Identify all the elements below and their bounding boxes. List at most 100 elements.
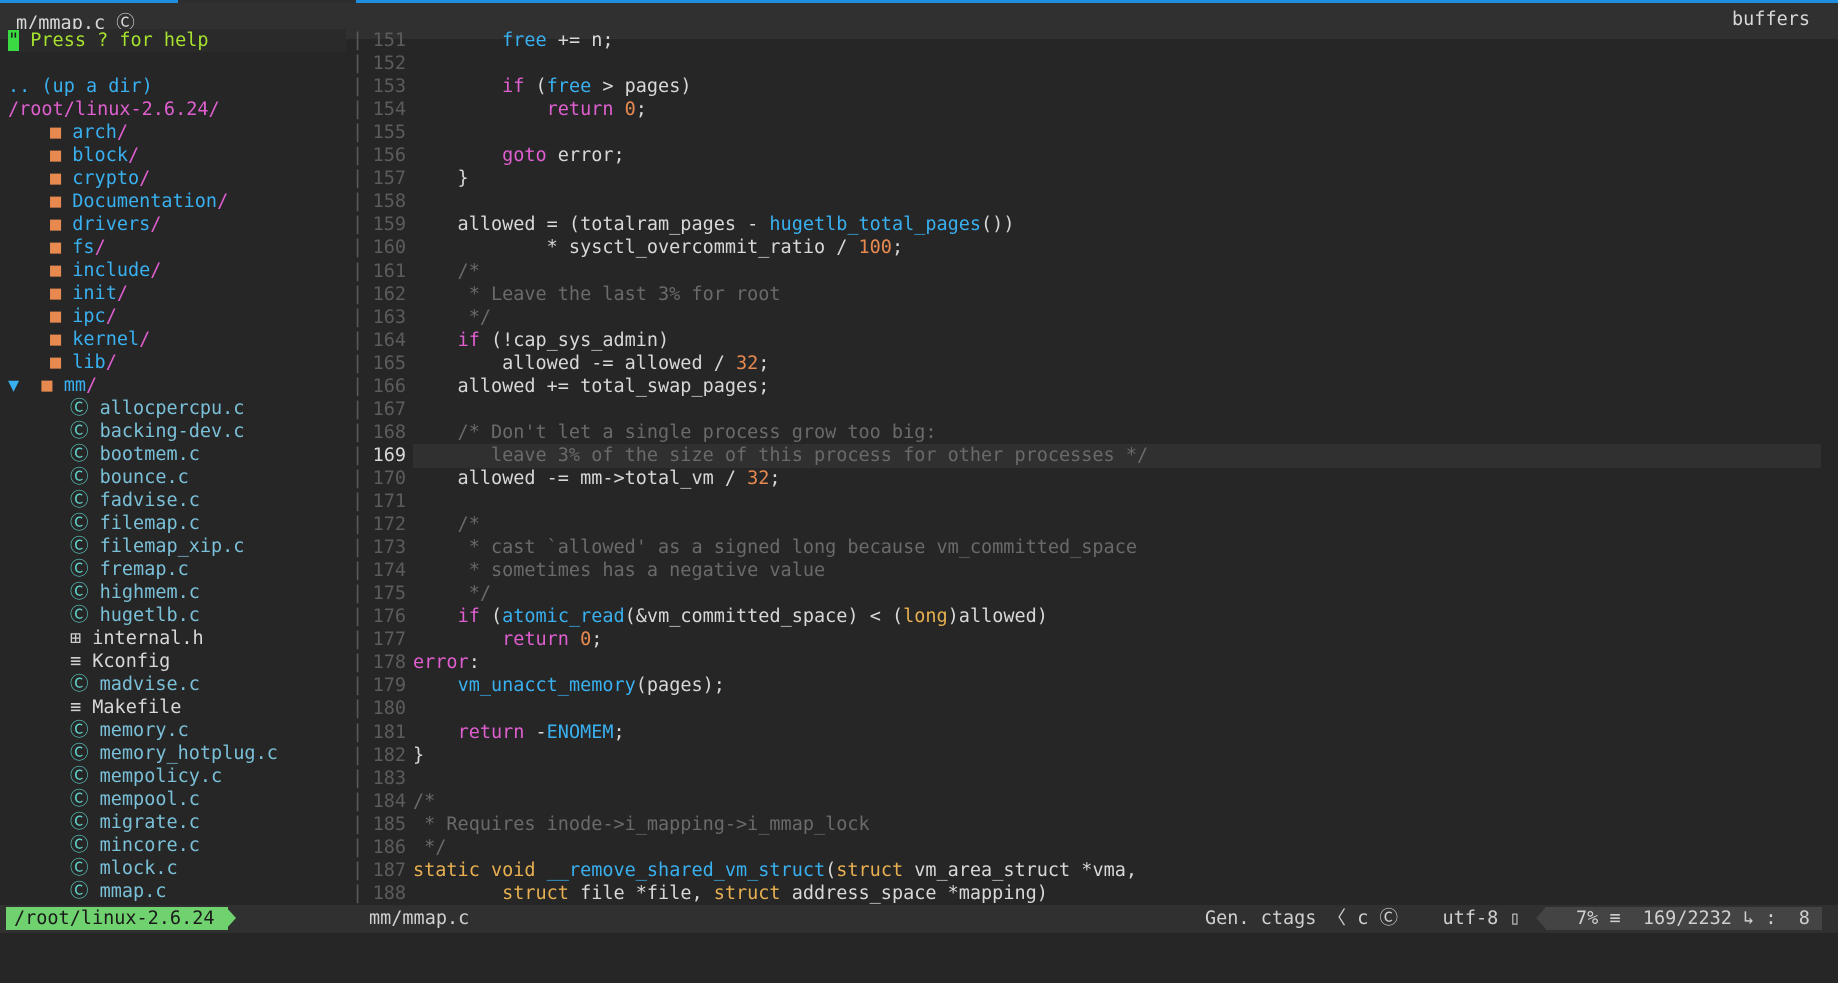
window-separator[interactable]: | — [352, 582, 363, 605]
tree-folder[interactable]: ■ drivers/ — [50, 213, 161, 236]
window-separator[interactable]: | — [352, 236, 363, 259]
tree-file[interactable]: ≡ Kconfig — [70, 650, 170, 673]
window-separator[interactable]: | — [352, 859, 363, 882]
window-separator[interactable]: | — [352, 836, 363, 859]
tree-file[interactable]: Ⓒ fadvise.c — [70, 489, 200, 512]
tree-folder-open[interactable]: ▼ ■ mm/ — [8, 374, 97, 397]
tree-folder[interactable]: ■ arch/ — [50, 121, 128, 144]
tree-file[interactable]: Ⓒ filemap.c — [70, 512, 200, 535]
window-separator[interactable]: | — [352, 813, 363, 836]
tree-file[interactable]: ≡ Makefile — [70, 696, 181, 719]
tree-folder[interactable]: ■ block/ — [50, 144, 139, 167]
code-line[interactable]: */ — [413, 306, 491, 329]
code-line[interactable]: return 0; — [413, 628, 602, 651]
window-separator[interactable]: | — [352, 605, 363, 628]
code-line[interactable]: * Requires inode->i_mapping->i_mmap_lock — [413, 813, 870, 836]
code-line[interactable]: static void __remove_shared_vm_struct(st… — [413, 859, 1137, 882]
tree-file[interactable]: Ⓒ hugetlb.c — [70, 604, 200, 627]
code-line[interactable]: if (!cap_sys_admin) — [413, 329, 670, 352]
tree-file[interactable]: Ⓒ backing-dev.c — [70, 420, 244, 443]
tree-file[interactable]: Ⓒ memory.c — [70, 719, 189, 742]
code-line[interactable]: */ — [413, 582, 491, 605]
window-separator[interactable]: | — [352, 283, 363, 306]
buffers-label[interactable]: buffers — [1732, 9, 1810, 30]
tree-file[interactable]: Ⓒ bounce.c — [70, 466, 189, 489]
code-line[interactable]: allowed += total_swap_pages; — [413, 375, 770, 398]
code-line[interactable]: goto error; — [413, 144, 625, 167]
window-separator[interactable]: | — [352, 29, 363, 52]
code-line[interactable]: error: — [413, 651, 480, 674]
tree-file[interactable]: Ⓒ mmap.c — [70, 880, 166, 903]
window-separator[interactable]: | — [352, 167, 363, 190]
code-line[interactable]: * Leave the last 3% for root — [413, 283, 781, 306]
tree-folder[interactable]: ■ ipc/ — [50, 305, 117, 328]
code-line[interactable]: return -ENOMEM; — [413, 721, 625, 744]
code-line[interactable]: * sysctl_overcommit_ratio / 100; — [413, 236, 903, 259]
window-separator[interactable]: | — [352, 398, 363, 421]
tree-folder[interactable]: ■ Documentation/ — [50, 190, 228, 213]
window-separator[interactable]: | — [352, 260, 363, 283]
tree-file[interactable]: Ⓒ migrate.c — [70, 811, 200, 834]
code-line[interactable]: if (atomic_read(&vm_committed_space) < (… — [413, 605, 1048, 628]
window-separator[interactable]: | — [352, 674, 363, 697]
window-separator[interactable]: | — [352, 536, 363, 559]
code-line[interactable]: vm_unacct_memory(pages); — [413, 674, 725, 697]
code-line[interactable]: /* — [413, 513, 480, 536]
tree-file[interactable]: Ⓒ mempool.c — [70, 788, 200, 811]
code-line[interactable]: allowed -= mm->total_vm / 32; — [413, 467, 781, 490]
code-line[interactable]: free += n; — [413, 29, 613, 52]
code-line[interactable]: if (free > pages) — [413, 75, 691, 98]
code-line[interactable]: * sometimes has a negative value — [413, 559, 825, 582]
tree-folder[interactable]: ■ crypto/ — [50, 167, 150, 190]
tree-file[interactable]: Ⓒ memory_hotplug.c — [70, 742, 278, 765]
window-separator[interactable]: | — [352, 444, 363, 467]
window-separator[interactable]: | — [352, 375, 363, 398]
code-line[interactable]: /* — [413, 790, 435, 813]
window-separator[interactable]: | — [352, 721, 363, 744]
window-separator[interactable]: | — [352, 352, 363, 375]
tree-folder[interactable]: ■ fs/ — [50, 236, 106, 259]
code-line[interactable]: } — [413, 167, 469, 190]
code-line[interactable]: } — [413, 744, 424, 767]
window-separator[interactable]: | — [352, 213, 363, 236]
window-separator[interactable]: | — [352, 144, 363, 167]
tree-folder[interactable]: ■ include/ — [50, 259, 161, 282]
window-separator[interactable]: | — [352, 306, 363, 329]
window-separator[interactable]: | — [352, 421, 363, 444]
tree-file[interactable]: Ⓒ fremap.c — [70, 558, 189, 581]
tree-file[interactable]: Ⓒ mlock.c — [70, 857, 178, 880]
tree-file[interactable]: Ⓒ filemap_xip.c — [70, 535, 244, 558]
tree-up-dir[interactable]: .. (up a dir) — [8, 75, 153, 98]
code-line[interactable]: return 0; — [413, 98, 647, 121]
window-separator[interactable]: | — [352, 651, 363, 674]
tree-file[interactable]: Ⓒ mincore.c — [70, 834, 200, 857]
code-line[interactable]: * cast `allowed' as a signed long becaus… — [413, 536, 1137, 559]
code-line[interactable]: /* Don't let a single process grow too b… — [413, 421, 937, 444]
command-line[interactable] — [0, 933, 1838, 983]
code-line[interactable]: leave 3% of the size of this process for… — [413, 444, 1148, 467]
tree-file[interactable]: Ⓒ mempolicy.c — [70, 765, 222, 788]
tree-file[interactable]: Ⓒ allocpercpu.c — [70, 397, 244, 420]
window-separator[interactable]: | — [352, 559, 363, 582]
code-line[interactable]: */ — [413, 836, 446, 859]
code-line[interactable]: allowed = (totalram_pages - hugetlb_tota… — [413, 213, 1015, 236]
code-line[interactable]: allowed -= allowed / 32; — [413, 352, 769, 375]
tree-root[interactable]: /root/linux-2.6.24/ — [8, 98, 220, 121]
code-line[interactable]: /* — [413, 260, 480, 283]
window-separator[interactable]: | — [352, 767, 363, 790]
window-separator[interactable]: | — [352, 790, 363, 813]
tree-file[interactable]: Ⓒ highmem.c — [70, 581, 200, 604]
window-separator[interactable]: | — [352, 697, 363, 720]
code-line[interactable]: struct file *file, struct address_space … — [413, 882, 1048, 905]
tree-folder[interactable]: ■ kernel/ — [50, 328, 150, 351]
window-separator[interactable]: | — [352, 628, 363, 651]
window-separator[interactable]: | — [352, 190, 363, 213]
window-separator[interactable]: | — [352, 744, 363, 767]
tree-file[interactable]: ⊞ internal.h — [70, 627, 204, 650]
window-separator[interactable]: | — [352, 329, 363, 352]
tree-file[interactable]: Ⓒ madvise.c — [70, 673, 200, 696]
tree-folder[interactable]: ■ init/ — [50, 282, 128, 305]
window-separator[interactable]: | — [352, 121, 363, 144]
tree-file[interactable]: Ⓒ bootmem.c — [70, 443, 200, 466]
window-separator[interactable]: | — [352, 467, 363, 490]
